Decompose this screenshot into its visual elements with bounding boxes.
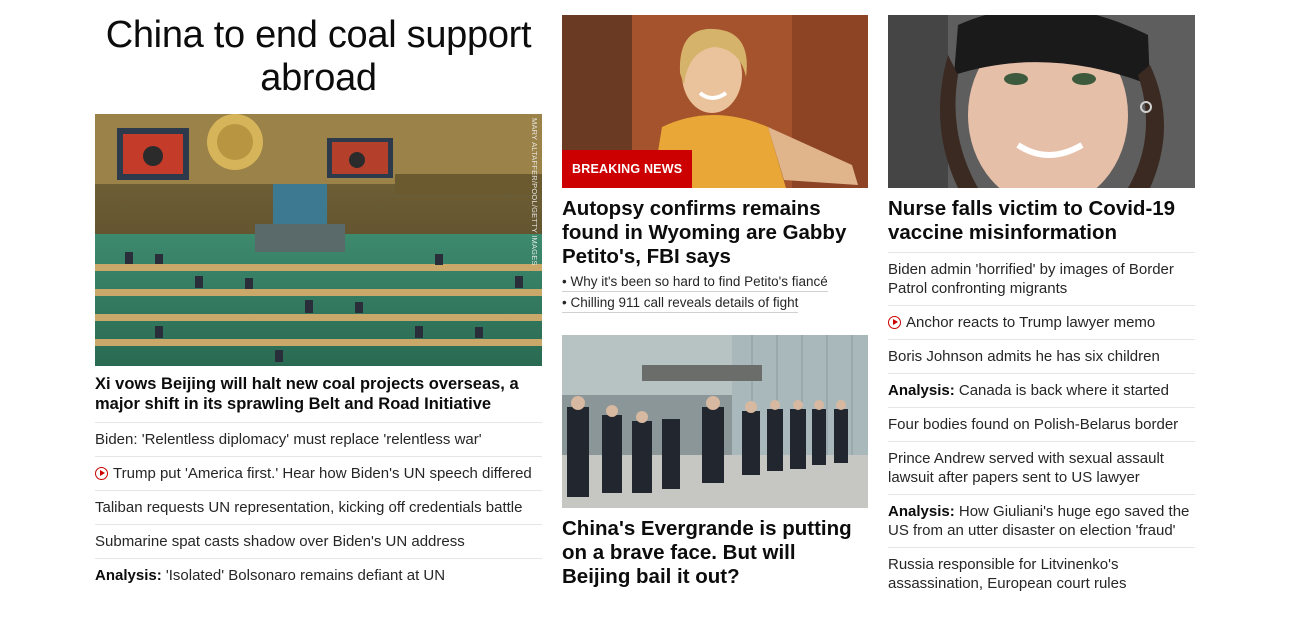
link-text: Canada is back where it started [954, 382, 1169, 399]
list-item[interactable]: Biden: 'Relentless diplomacy' must repla… [95, 423, 542, 457]
petito-headline[interactable]: Autopsy confirms remains found in Wyomin… [562, 197, 868, 269]
link-text: Prince Andrew served with sexual assault… [888, 450, 1164, 486]
evergrande-image [562, 335, 868, 508]
link-text: Anchor reacts to Trump lawyer memo [906, 314, 1156, 331]
middle-column: BREAKING NEWS Autopsy confirms remains f… [562, 0, 868, 589]
list-item[interactable]: Analysis: How Giuliani's huge ego saved … [888, 495, 1195, 548]
lead-story-title[interactable]: China to end coal support abroad [95, 14, 542, 100]
nurse-photo[interactable] [888, 15, 1195, 188]
list-item[interactable]: Taliban requests UN representation, kick… [95, 491, 542, 525]
analysis-kicker: Analysis: [888, 382, 955, 399]
lead-story-headline[interactable]: Xi vows Beijing will halt new coal proje… [95, 374, 542, 423]
related-bullet[interactable]: • Chilling 911 call reveals details of f… [562, 295, 799, 313]
link-text: Biden: 'Relentless diplomacy' must repla… [95, 431, 482, 448]
evergrande-photo[interactable] [562, 335, 868, 508]
list-item[interactable]: Russia responsible for Litvinenko's assa… [888, 548, 1195, 600]
play-video-icon [95, 467, 108, 480]
right-links: Biden admin 'horrified' by images of Bor… [888, 252, 1195, 600]
analysis-kicker: Analysis: [95, 567, 162, 584]
lead-story-links: Biden: 'Relentless diplomacy' must repla… [95, 423, 542, 592]
link-text: Trump put 'America first.' Hear how Bide… [113, 465, 532, 482]
list-item[interactable]: Analysis: Canada is back where it starte… [888, 374, 1195, 408]
analysis-kicker: Analysis: [888, 503, 955, 520]
list-item[interactable]: Submarine spat casts shadow over Biden's… [95, 525, 542, 559]
breaking-news-badge: BREAKING NEWS [562, 150, 693, 188]
right-column: Nurse falls victim to Covid-19 vaccine m… [888, 0, 1195, 600]
list-item[interactable]: Four bodies found on Polish-Belarus bord… [888, 408, 1195, 442]
nurse-headline[interactable]: Nurse falls victim to Covid-19 vaccine m… [888, 197, 1195, 245]
list-item[interactable]: Biden admin 'horrified' by images of Bor… [888, 253, 1195, 306]
petito-photo[interactable]: BREAKING NEWS [562, 15, 868, 188]
image-credit: MARY ALTAFFER/POOL/GETTY IMAGES [530, 118, 539, 266]
link-text: Biden admin 'horrified' by images of Bor… [888, 261, 1174, 297]
link-text: Taliban requests UN representation, kick… [95, 499, 523, 516]
evergrande-headline[interactable]: China's Evergrande is putting on a brave… [562, 517, 868, 589]
play-video-icon [888, 316, 901, 329]
lead-story-column: China to end coal support abroad MARY AL… [95, 0, 542, 592]
list-item[interactable]: Analysis: 'Isolated' Bolsonaro remains d… [95, 559, 542, 592]
link-text: Submarine spat casts shadow over Biden's… [95, 533, 465, 550]
related-bullet[interactable]: • Why it's been so hard to find Petito's… [562, 274, 828, 292]
related-bullets: • Why it's been so hard to find Petito's… [562, 273, 868, 315]
un-assembly-image [95, 114, 542, 366]
link-text: Russia responsible for Litvinenko's assa… [888, 556, 1127, 592]
link-text: Four bodies found on Polish-Belarus bord… [888, 416, 1179, 433]
nurse-image [888, 15, 1195, 188]
list-item[interactable]: Prince Andrew served with sexual assault… [888, 442, 1195, 495]
un-assembly-photo[interactable]: MARY ALTAFFER/POOL/GETTY IMAGES [95, 114, 542, 366]
link-text: 'Isolated' Bolsonaro remains defiant at … [161, 567, 446, 584]
list-item[interactable]: Boris Johnson admits he has six children [888, 340, 1195, 374]
list-item[interactable]: Anchor reacts to Trump lawyer memo [888, 306, 1195, 340]
link-text: Boris Johnson admits he has six children [888, 348, 1160, 365]
list-item[interactable]: Trump put 'America first.' Hear how Bide… [95, 457, 542, 491]
